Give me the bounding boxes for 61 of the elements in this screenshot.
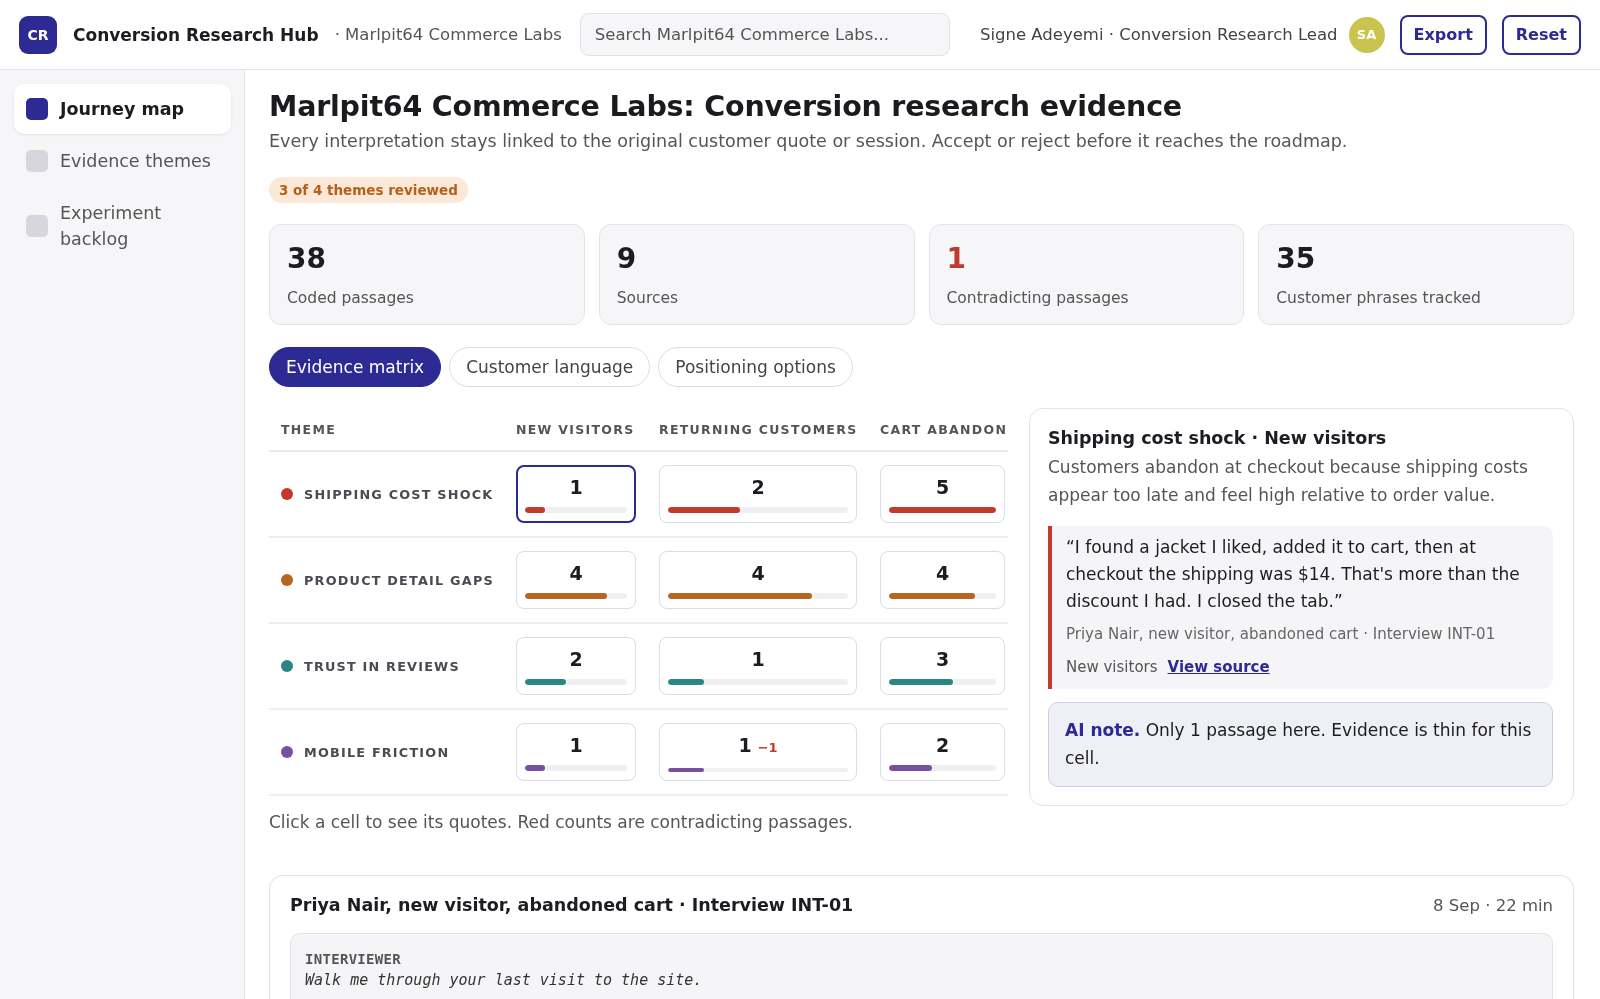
tab[interactable]: Positioning options xyxy=(658,347,853,387)
matrix-cell[interactable]: 4 xyxy=(659,551,857,609)
app-logo: CR xyxy=(19,15,57,54)
user-name: Signe Adeyemi · Conversion Research Lead xyxy=(979,25,1338,44)
transcript-title: Priya Nair, new visitor, abandoned cart · Interview INT-01 xyxy=(290,894,854,917)
theme-label: SHIPPING COST SHOCK xyxy=(304,486,494,502)
theme-label: MOBILE FRICTION xyxy=(304,744,450,760)
search-field[interactable]: Search Marlpit64 Commerce Labs... xyxy=(579,13,950,56)
square-icon xyxy=(26,215,48,237)
view-source-link[interactable]: View source xyxy=(1167,657,1270,677)
sidebar-item[interactable]: Journey map xyxy=(14,84,231,134)
stat-value: 1 xyxy=(946,242,966,276)
matrix-cell[interactable]: 1 xyxy=(516,723,636,781)
tab[interactable]: Evidence matrix xyxy=(269,347,442,387)
detail-summary: Customers abandon at checkout because shipping costs appear too late and feel high relative to order value. xyxy=(1048,456,1529,507)
stat-value: 38 xyxy=(287,242,326,276)
utterance-text: Walk me through your last visit to the site. xyxy=(305,970,703,990)
action-button[interactable]: Export xyxy=(1399,14,1487,55)
quote-text: “I found a jacket I liked, added it to cart, then at checkout the shipping was $14. That's more than the discount I had. I closed the tab.” xyxy=(1066,536,1521,613)
matrix-cell[interactable]: 4 xyxy=(880,551,1005,609)
matrix-cell[interactable]: 1 xyxy=(659,637,857,695)
stat-value: 35 xyxy=(1276,242,1316,276)
sidebar-item[interactable]: Evidence themes xyxy=(14,136,231,186)
quote-attribution: Priya Nair, new visitor, abandoned cart · Interview INT-01 xyxy=(1066,624,1497,644)
matrix-hint: Click a cell to see its quotes. Red counts are contradicting passages. xyxy=(269,811,854,834)
matrix-cell[interactable]: 3 xyxy=(880,637,1005,695)
user-avatar: SA xyxy=(1348,16,1385,53)
speaker-label: INTERVIEWER xyxy=(305,950,402,968)
column-header: RETURNING CUSTOMERS xyxy=(659,421,857,437)
matrix-cell[interactable]: 1 −1 xyxy=(659,723,857,781)
column-header: THEME xyxy=(280,421,337,437)
matrix-cell[interactable]: 2 xyxy=(516,637,636,695)
stat-label: Customer phrases tracked xyxy=(1276,289,1481,307)
app-title: Conversion Research Hub xyxy=(73,24,319,45)
stat-label: Coded passages xyxy=(287,289,414,307)
stat-value: 9 xyxy=(616,242,637,276)
segment-label: New visitors xyxy=(1066,657,1158,677)
transcript-meta: 8 Sep · 22 min xyxy=(1433,895,1553,915)
tab[interactable]: Customer language xyxy=(449,347,651,387)
square-icon xyxy=(26,98,48,120)
sidebar-item[interactable]: Experiment backlog xyxy=(14,188,231,264)
matrix-cell[interactable]: 5 xyxy=(880,465,1005,523)
square-icon xyxy=(26,150,48,172)
matrix-cell[interactable]: 2 xyxy=(880,723,1005,781)
workspace-name: · Marlpit64 Commerce Labs xyxy=(334,25,562,44)
action-button[interactable]: Reset xyxy=(1501,14,1581,55)
stat-label: Sources xyxy=(616,289,679,307)
page-title: Marlpit64 Commerce Labs: Conversion research evidence xyxy=(269,89,1183,125)
theme-label: TRUST IN REVIEWS xyxy=(304,658,460,674)
contradiction-count: −1 xyxy=(757,739,778,757)
detail-title: Shipping cost shock · New visitors xyxy=(1048,427,1388,450)
page-subtitle: Every interpretation stays linked to the original customer quote or session. Accept or reject before it reaches the roadmap. xyxy=(269,130,1349,153)
matrix-cell[interactable]: 4 xyxy=(516,551,636,609)
matrix-cell[interactable]: 2 xyxy=(659,465,857,523)
review-badge: 3 of 4 themes reviewed xyxy=(269,177,468,203)
stat-label: Contradicting passages xyxy=(946,289,1129,307)
matrix-cell[interactable]: 1 xyxy=(516,465,636,523)
ai-note: AI note. Only 1 passage here. Evidence is thin for this cell. xyxy=(1048,702,1553,787)
column-header: CART ABANDON xyxy=(880,421,1005,437)
theme-label: PRODUCT DETAIL GAPS xyxy=(304,572,494,588)
column-header: NEW VISITORS xyxy=(516,421,636,437)
